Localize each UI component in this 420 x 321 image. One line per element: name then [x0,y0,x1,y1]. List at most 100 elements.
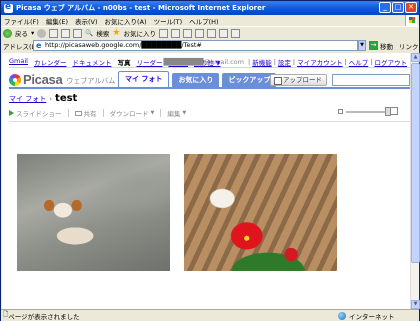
chevron-down-icon: ▼ [150,110,155,116]
content-divider [9,121,410,122]
title-bar[interactable]: Picasa ウェブ アルバム - n00bs - test - Microso… [1,1,419,15]
whats-new-link[interactable]: 新機能 [252,57,272,67]
download-label: ダウンロード [109,110,149,118]
windows-logo-icon [405,15,417,26]
maximize-button[interactable]: □ [392,2,404,13]
vertical-scrollbar[interactable]: ▲ ▼ [410,53,420,309]
favorites-button[interactable]: お気に入り [123,28,156,38]
menu-bar: ファイル(F) 編集(E) 表示(V) お気に入り(A) ツール(T) ヘルプ(… [1,15,419,26]
photo-thumbnail-dog[interactable] [17,154,170,271]
forward-button[interactable] [37,28,47,38]
slider-track[interactable] [346,111,388,113]
picasa-logo[interactable]: Picasa ウェブアルバム [9,72,115,87]
url-text: http://picasaweb.google.com/████████/Tes… [45,41,202,49]
separator [160,109,162,117]
menu-favorites[interactable]: お気に入り(A) [105,16,147,26]
my-account-link[interactable]: マイアカウント [297,57,343,67]
go-arrow-icon: → [369,41,378,50]
separator: | [344,58,347,66]
search-input[interactable] [332,74,410,86]
edit-label: 編集 [167,110,181,118]
scroll-thumb[interactable] [411,63,420,263]
menu-view[interactable]: 表示(V) [75,16,98,26]
menu-edit[interactable]: 編集(E) [46,16,68,26]
gbar-photos: 写真 [117,59,131,67]
scroll-up-arrow-icon[interactable]: ▲ [411,53,420,62]
small-thumbnail-icon [338,109,343,114]
refresh-icon[interactable] [61,28,71,38]
edit-page-icon[interactable] [194,28,204,38]
separator: | [273,58,276,66]
messenger-icon[interactable] [218,28,228,38]
breadcrumb-my-photos[interactable]: マイ フォト [9,94,46,104]
tab-featured[interactable]: ピックアップ [222,73,277,87]
album-title: test [55,93,78,104]
scroll-down-arrow-icon[interactable]: ▼ [411,300,420,309]
stop-icon[interactable] [49,28,59,38]
security-zone: インターネット [338,311,395,321]
share-button[interactable]: 共有 [74,108,97,118]
separator: | [247,58,251,66]
gbar-gmail[interactable]: Gmail [9,57,28,67]
settings-link[interactable]: 設定 [278,57,291,67]
minimize-button[interactable]: _ [379,2,391,13]
page-viewport: Gmail カレンダー ドキュメント 写真 リーダー ウェブ その他 ▼ ███… [2,53,410,309]
toolbar: 戻る ▾ 🔍 検索 ★ お気に入り [1,26,419,39]
links-button[interactable]: リンク [399,41,419,51]
url-dropdown-icon[interactable]: ▼ [358,40,366,51]
album-actions: スライドショー 共有 ダウンロード ▼ 編集 ▼ [9,108,186,118]
search-button[interactable]: 検索 [96,28,109,38]
research-icon[interactable] [230,28,240,38]
home-icon[interactable] [73,28,83,38]
share-label: 共有 [83,110,97,118]
history-icon[interactable] [158,28,168,38]
go-label: 移動 [380,42,393,51]
address-bar: アドレス(D) e http://picasaweb.google.com/██… [1,39,419,52]
gbar-calendar[interactable]: カレンダー [34,57,67,67]
user-email: ████████@gmail.com [163,58,244,66]
page-icon: e [36,41,42,50]
back-dropdown-icon[interactable]: ▾ [31,29,34,37]
tab-underline [9,87,410,89]
ie-icon [4,2,13,13]
go-button[interactable]: → 移動 [369,40,393,51]
thumbnail-size-slider[interactable] [338,107,398,117]
logo-subtitle: ウェブアルバム [66,77,116,85]
upload-button[interactable]: アップロード [270,74,327,86]
user-links: ████████@gmail.com | 新機能 | 設定 | マイアカウント … [163,57,407,67]
search-icon: 🔍 [85,29,94,37]
menu-help[interactable]: ヘルプ(H) [189,16,218,26]
slideshow-button[interactable]: スライドショー [9,108,62,118]
gbar-reader[interactable]: リーダー [136,57,162,67]
browser-window: Picasa ウェブ アルバム - n00bs - test - Microso… [0,0,420,321]
gbar-documents[interactable]: ドキュメント [72,57,111,67]
back-button[interactable]: 戻る [15,28,28,38]
tab-my-photos[interactable]: マイ フォト [118,71,170,87]
main-tabs: マイ フォト お気に入り ピックアップ [118,71,277,87]
separator: | [292,58,296,66]
logo-name: Picasa [23,72,63,87]
window-title: Picasa ウェブ アルバム - n00bs - test - Microso… [16,4,266,12]
tab-favorites[interactable]: お気に入り [172,73,220,87]
download-menu[interactable]: ダウンロード ▼ [110,108,155,118]
mail-icon[interactable] [170,28,180,38]
slideshow-label: スライドショー [16,110,62,118]
favorites-star-icon: ★ [112,28,121,38]
edit-menu[interactable]: 編集 ▼ [167,108,186,118]
logout-link[interactable]: ログアウト [375,57,408,67]
menu-file[interactable]: ファイル(F) [4,16,39,26]
discuss-icon[interactable] [206,28,216,38]
close-button[interactable]: ✕ [405,2,417,13]
envelope-icon [74,110,82,116]
help-link[interactable]: ヘルプ [349,57,369,67]
menu-tools[interactable]: ツール(T) [154,16,183,26]
url-input[interactable]: e http://picasaweb.google.com/████████/T… [33,40,358,51]
separator [67,109,69,117]
photo-thumbnail-flower[interactable] [184,154,337,271]
back-arrow-icon[interactable] [3,28,12,38]
status-text: ページが表示されました [8,312,80,321]
gbar-divider [9,67,410,68]
zone-label: インターネット [349,313,395,321]
print-icon[interactable] [182,28,192,38]
picasa-logo-icon [9,73,21,86]
